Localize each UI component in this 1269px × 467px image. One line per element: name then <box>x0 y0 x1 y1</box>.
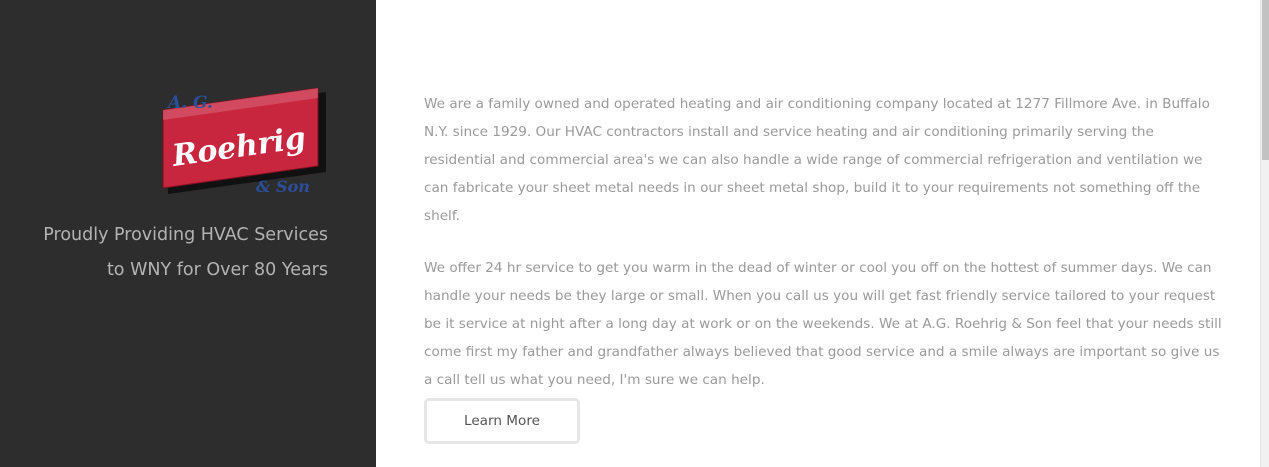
about-text: We are a family owned and operated heati… <box>424 90 1224 418</box>
scrollbar-thumb[interactable] <box>1262 0 1269 160</box>
logo-top-text: A. G. <box>166 93 213 113</box>
learn-more-button[interactable]: Learn More <box>424 398 580 444</box>
sidebar: A. G. Roehrig & Son Proudly Providing HV… <box>0 0 376 467</box>
tagline-line-2: to WNY for Over 80 Years <box>106 260 328 280</box>
company-logo[interactable]: A. G. Roehrig & Son <box>160 88 332 200</box>
tagline: Proudly Providing HVAC Services to WNY f… <box>0 218 328 288</box>
vertical-scrollbar[interactable] <box>1260 0 1269 467</box>
learn-more-label: Learn More <box>463 413 540 429</box>
logo-bottom-text: & Son <box>256 177 310 196</box>
main-content: We are a family owned and operated heati… <box>376 0 1260 467</box>
tagline-line-1: Proudly Providing HVAC Services <box>43 225 328 245</box>
about-paragraph-1: We are a family owned and operated heati… <box>424 96 1210 224</box>
about-paragraph-2: We offer 24 hr service to get you warm i… <box>424 260 1222 388</box>
